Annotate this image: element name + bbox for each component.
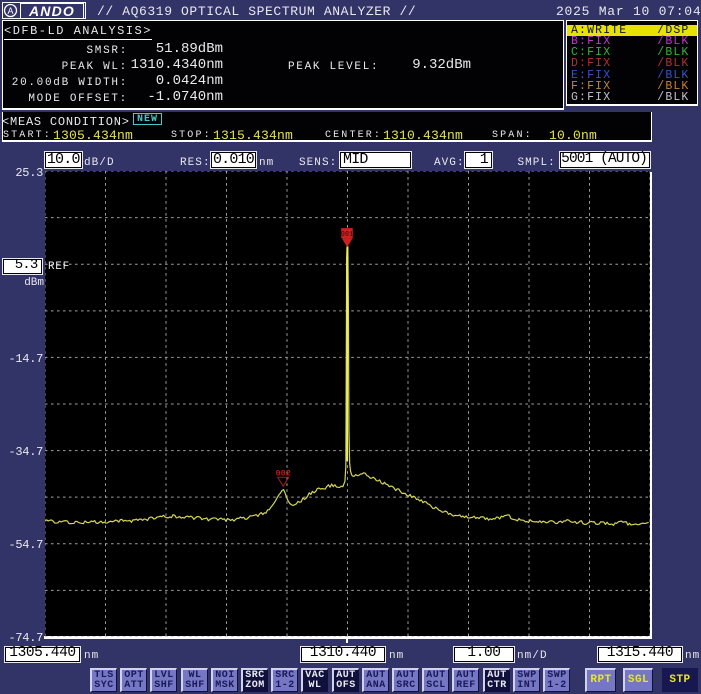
svg-text:A: A (7, 6, 13, 16)
svg-text:002: 002 (276, 468, 291, 478)
svg-text:001: 001 (341, 231, 354, 239)
